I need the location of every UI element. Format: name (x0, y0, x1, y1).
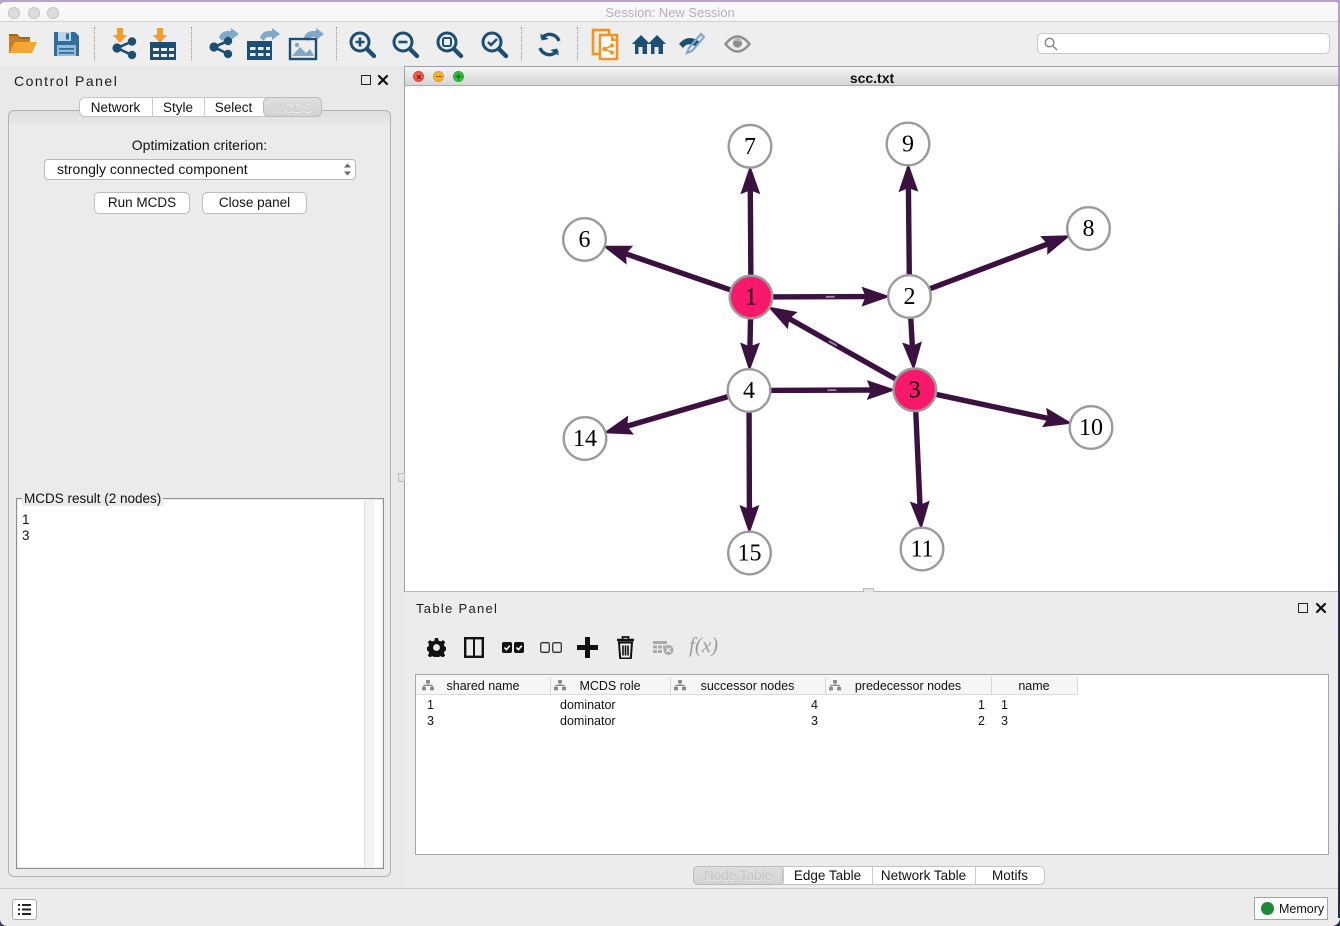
svg-text:4: 4 (743, 378, 755, 404)
svg-text:7: 7 (744, 134, 756, 160)
svg-text:9: 9 (902, 132, 914, 158)
svg-text:1: 1 (745, 285, 757, 311)
svg-text:3: 3 (909, 377, 921, 403)
svg-text:15: 15 (738, 541, 762, 567)
svg-text:8: 8 (1083, 216, 1095, 242)
svg-text:2: 2 (904, 284, 916, 310)
svg-text:14: 14 (573, 426, 597, 452)
svg-text:6: 6 (579, 227, 591, 253)
svg-text:10: 10 (1079, 415, 1103, 441)
svg-text:11: 11 (910, 537, 933, 563)
